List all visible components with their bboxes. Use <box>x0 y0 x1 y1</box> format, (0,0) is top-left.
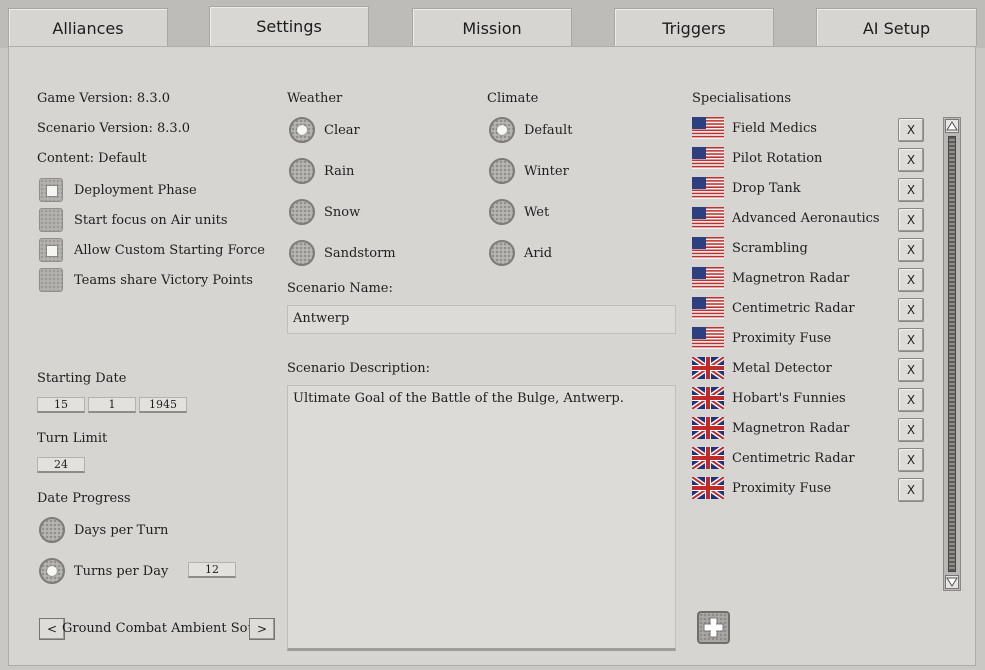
specialisation-name: Advanced Aeronautics <box>732 211 880 226</box>
scenario-description-label: Scenario Description: <box>287 361 431 376</box>
tab-bar: Alliances Settings Mission Triggers AI S… <box>0 0 985 48</box>
tab-ai-setup[interactable]: AI Setup <box>816 8 977 46</box>
triangle-down-icon[interactable] <box>945 575 959 589</box>
share-victory-label: Teams share Victory Points <box>74 273 253 288</box>
turn-limit-input[interactable]: 24 <box>37 457 85 473</box>
remove-specialisation-button[interactable]: X <box>898 448 924 472</box>
weather-sandstorm-label: Sandstorm <box>324 246 396 261</box>
scenario-name-label: Scenario Name: <box>287 281 393 296</box>
days-per-turn-label: Days per Turn <box>74 523 169 538</box>
us-flag-icon <box>692 117 724 139</box>
us-flag-icon <box>692 327 724 349</box>
deployment-phase-checkbox[interactable] <box>39 178 63 202</box>
specialisation-name: Centimetric Radar <box>732 451 855 466</box>
climate-wet-radio[interactable] <box>489 199 515 225</box>
climate-arid-label: Arid <box>524 246 553 261</box>
climate-wet-label: Wet <box>524 205 550 220</box>
turn-limit-label: Turn Limit <box>37 431 108 446</box>
starting-date-label: Starting Date <box>37 371 127 386</box>
specialisation-name: Metal Detector <box>732 361 832 376</box>
date-progress-label: Date Progress <box>37 491 131 506</box>
triangle-up-icon[interactable] <box>945 119 959 133</box>
start-day-input[interactable]: 15 <box>37 397 85 413</box>
turns-per-day-input[interactable]: 12 <box>188 562 236 578</box>
content-label: Content: Default <box>37 151 147 166</box>
remove-specialisation-button[interactable]: X <box>898 268 924 292</box>
specialisation-name: Scrambling <box>732 241 808 256</box>
us-flag-icon <box>692 147 724 169</box>
remove-specialisation-button[interactable]: X <box>898 358 924 382</box>
scrollbar-thumb[interactable] <box>948 136 956 572</box>
remove-specialisation-button[interactable]: X <box>898 328 924 352</box>
specialisations-label: Specialisations <box>692 91 792 106</box>
specialisation-name: Drop Tank <box>732 181 801 196</box>
weather-rain-label: Rain <box>324 164 355 179</box>
air-focus-label: Start focus on Air units <box>74 213 228 228</box>
remove-specialisation-button[interactable]: X <box>898 118 924 142</box>
tab-settings[interactable]: Settings <box>209 6 369 48</box>
weather-sandstorm-radio[interactable] <box>289 240 315 266</box>
scenario-version: Scenario Version: 8.3.0 <box>37 121 191 136</box>
specialisation-name: Pilot Rotation <box>732 151 823 166</box>
climate-default-label: Default <box>524 123 573 138</box>
air-focus-checkbox[interactable] <box>39 208 63 232</box>
climate-winter-label: Winter <box>524 164 569 179</box>
specialisation-name: Field Medics <box>732 121 817 136</box>
remove-specialisation-button[interactable]: X <box>898 148 924 172</box>
remove-specialisation-button[interactable]: X <box>898 178 924 202</box>
scenario-description-textarea[interactable]: Ultimate Goal of the Battle of the Bulge… <box>287 385 676 651</box>
start-month-input[interactable]: 1 <box>88 397 136 413</box>
weather-clear-label: Clear <box>324 123 360 138</box>
climate-default-radio[interactable] <box>489 117 515 143</box>
specialisation-name: Proximity Fuse <box>732 331 832 346</box>
sound-next-button[interactable]: > <box>249 618 275 640</box>
climate-label: Climate <box>487 91 539 106</box>
days-per-turn-radio[interactable] <box>39 517 65 543</box>
weather-snow-radio[interactable] <box>289 199 315 225</box>
us-flag-icon <box>692 177 724 199</box>
scenario-name-input[interactable]: Antwerp <box>287 305 676 334</box>
uk-flag-icon <box>692 357 724 379</box>
game-version: Game Version: 8.3.0 <box>37 91 171 106</box>
custom-force-label: Allow Custom Starting Force <box>74 243 265 258</box>
uk-flag-icon <box>692 387 724 409</box>
weather-rain-radio[interactable] <box>289 158 315 184</box>
uk-flag-icon <box>692 477 724 499</box>
add-specialisation-button[interactable] <box>697 611 730 644</box>
us-flag-icon <box>692 207 724 229</box>
remove-specialisation-button[interactable]: X <box>898 208 924 232</box>
uk-flag-icon <box>692 417 724 439</box>
share-victory-checkbox[interactable] <box>39 268 63 292</box>
specialisation-name: Hobart's Funnies <box>732 391 846 406</box>
sound-label: Ground Combat Ambient Sound <box>62 621 249 636</box>
turns-per-day-radio[interactable] <box>39 558 65 584</box>
remove-specialisation-button[interactable]: X <box>898 418 924 442</box>
us-flag-icon <box>692 297 724 319</box>
us-flag-icon <box>692 237 724 259</box>
tab-mission[interactable]: Mission <box>412 8 572 46</box>
specialisation-name: Proximity Fuse <box>732 481 832 496</box>
uk-flag-icon <box>692 447 724 469</box>
remove-specialisation-button[interactable]: X <box>898 238 924 262</box>
remove-specialisation-button[interactable]: X <box>898 478 924 502</box>
tab-alliances[interactable]: Alliances <box>8 8 168 46</box>
tab-triggers[interactable]: Triggers <box>614 8 774 46</box>
us-flag-icon <box>692 267 724 289</box>
climate-arid-radio[interactable] <box>489 240 515 266</box>
specialisation-name: Magnetron Radar <box>732 421 850 436</box>
plus-icon <box>703 617 724 638</box>
specialisation-name: Centimetric Radar <box>732 301 855 316</box>
weather-snow-label: Snow <box>324 205 361 220</box>
turns-per-day-label: Turns per Day <box>74 564 169 579</box>
climate-winter-radio[interactable] <box>489 158 515 184</box>
remove-specialisation-button[interactable]: X <box>898 388 924 412</box>
specialisations-scrollbar[interactable] <box>943 117 961 591</box>
deployment-phase-label: Deployment Phase <box>74 183 197 198</box>
start-year-input[interactable]: 1945 <box>139 397 187 413</box>
custom-force-checkbox[interactable] <box>39 238 63 262</box>
remove-specialisation-button[interactable]: X <box>898 298 924 322</box>
weather-label: Weather <box>287 91 343 106</box>
weather-clear-radio[interactable] <box>289 117 315 143</box>
specialisation-name: Magnetron Radar <box>732 271 850 286</box>
